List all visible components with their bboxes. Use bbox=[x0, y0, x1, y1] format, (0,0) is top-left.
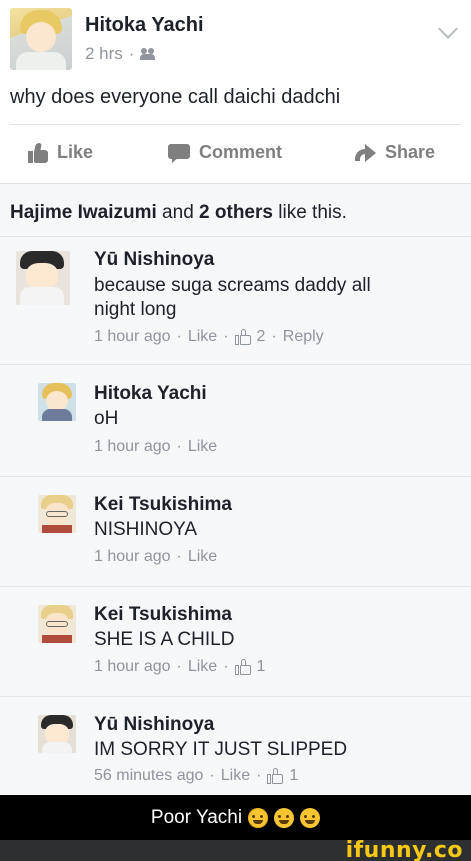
comment-text: because suga screams daddy all bbox=[94, 275, 371, 296]
comment-reply-link[interactable]: Reply bbox=[283, 328, 324, 346]
comment-text: oH bbox=[94, 408, 119, 429]
thumbs-up-icon bbox=[267, 768, 284, 784]
rolling-laughing-emoji bbox=[300, 807, 321, 828]
comment-icon bbox=[168, 143, 190, 163]
crying-laughing-emoji bbox=[248, 807, 269, 828]
thumbs-up-icon bbox=[234, 329, 251, 345]
post-actions: Like Comment Share bbox=[0, 125, 471, 183]
comment-button[interactable]: Comment bbox=[168, 142, 282, 163]
comment-like-link[interactable]: Like bbox=[188, 658, 217, 676]
commenter-name[interactable]: Yū Nishinoya bbox=[94, 249, 214, 271]
divider bbox=[0, 236, 471, 237]
liker-name[interactable]: Hajime Iwaizumi bbox=[10, 202, 157, 223]
post-author-avatar[interactable] bbox=[10, 8, 72, 70]
thumbs-up-icon bbox=[234, 659, 251, 675]
comment-text: NISHINOYA bbox=[94, 519, 198, 540]
commenter-name[interactable]: Hitoka Yachi bbox=[94, 383, 207, 405]
comment-time[interactable]: 1 hour ago bbox=[94, 658, 171, 676]
meme-caption: Poor Yachi bbox=[0, 795, 471, 840]
comment-meta: 1 hour ago · Like bbox=[94, 438, 218, 456]
likers-others[interactable]: 2 others bbox=[199, 202, 273, 223]
meta-separator: · bbox=[128, 44, 135, 63]
commenter-avatar[interactable] bbox=[16, 251, 70, 305]
comment-like-link[interactable]: Like bbox=[188, 438, 217, 456]
comment-time[interactable]: 1 hour ago bbox=[94, 328, 171, 346]
comment-like-count[interactable]: 1 bbox=[289, 767, 298, 785]
comment-time[interactable]: 1 hour ago bbox=[94, 548, 171, 566]
commenter-avatar[interactable] bbox=[38, 383, 76, 421]
divider bbox=[0, 476, 471, 477]
comment-meta: 1 hour ago · Like · 1 bbox=[94, 658, 266, 676]
divider bbox=[0, 586, 471, 587]
comment-like-count[interactable]: 2 bbox=[257, 328, 266, 346]
comment-text: IM SORRY IT JUST SLIPPED bbox=[94, 739, 348, 760]
comment-text: SHE IS A CHILD bbox=[94, 629, 235, 650]
comment-meta: 1 hour ago · Like bbox=[94, 548, 218, 566]
share-label: Share bbox=[385, 142, 436, 162]
comment-label: Comment bbox=[199, 142, 283, 162]
post-author-name[interactable]: Hitoka Yachi bbox=[85, 14, 204, 37]
rolling-laughing-emoji bbox=[274, 807, 295, 828]
thumbs-up-icon bbox=[28, 142, 48, 163]
like-label: Like bbox=[57, 142, 94, 162]
share-button[interactable]: Share bbox=[354, 142, 435, 163]
comment-like-link[interactable]: Like bbox=[188, 328, 217, 346]
commenter-avatar[interactable] bbox=[38, 715, 76, 753]
caption-text: Poor Yachi bbox=[150, 806, 243, 828]
post-card: Hitoka Yachi 2 hrs · why does everyone c… bbox=[0, 0, 471, 184]
comment-time[interactable]: 1 hour ago bbox=[94, 438, 171, 456]
likes-summary[interactable]: Hajime Iwaizumi and 2 others like this. bbox=[10, 202, 347, 224]
comment-time[interactable]: 56 minutes ago bbox=[94, 767, 203, 785]
comment-like-link[interactable]: Like bbox=[221, 767, 250, 785]
comment-text-line2: night long bbox=[94, 299, 177, 320]
share-icon bbox=[354, 143, 376, 162]
like-button[interactable]: Like bbox=[28, 142, 93, 163]
watermark-bar: ifunny.co bbox=[0, 838, 471, 861]
chevron-down-icon[interactable] bbox=[438, 19, 458, 39]
commenter-avatar[interactable] bbox=[38, 495, 76, 533]
commenter-name[interactable]: Yū Nishinoya bbox=[94, 714, 214, 736]
post-time[interactable]: 2 hrs bbox=[85, 44, 123, 64]
divider bbox=[0, 364, 471, 365]
post-meta: 2 hrs · bbox=[85, 44, 156, 64]
comment-like-link[interactable]: Like bbox=[188, 548, 217, 566]
post-text: why does everyone call daichi dadchi bbox=[10, 86, 341, 108]
ifunny-watermark: ifunny.co bbox=[345, 838, 463, 861]
comment-like-count[interactable]: 1 bbox=[257, 658, 266, 676]
comment-meta: 1 hour ago · Like · 2 · Reply bbox=[94, 328, 324, 346]
divider bbox=[0, 696, 471, 697]
comment-meta: 56 minutes ago · Like · 1 bbox=[94, 767, 299, 785]
commenter-name[interactable]: Kei Tsukishima bbox=[94, 494, 232, 516]
commenter-name[interactable]: Kei Tsukishima bbox=[94, 604, 232, 626]
friends-icon bbox=[140, 48, 156, 60]
commenter-avatar[interactable] bbox=[38, 605, 76, 643]
